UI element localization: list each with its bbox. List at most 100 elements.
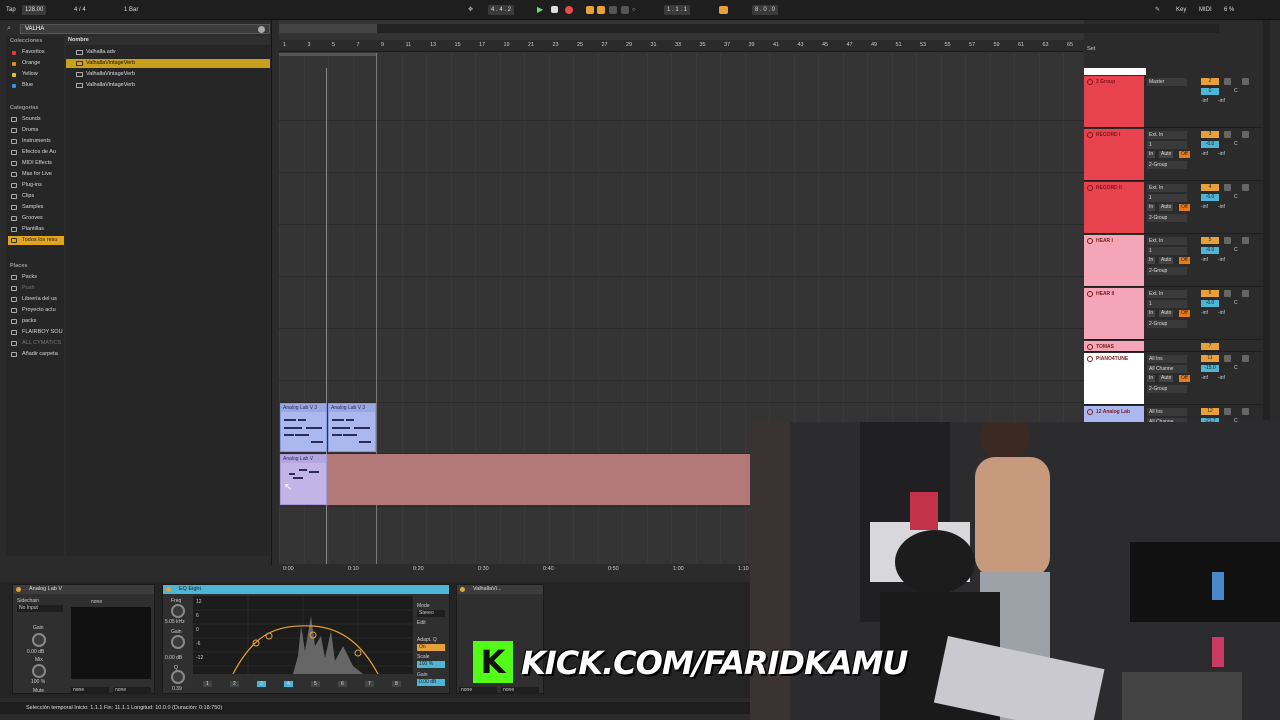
monitor-in-button[interactable]: In: [1147, 204, 1156, 211]
mode-select[interactable]: Stereo: [417, 610, 445, 617]
category-midi-effects[interactable]: MIDI Effects: [8, 159, 64, 168]
device-title[interactable]: Analog Lab V: [13, 585, 154, 594]
track-activator[interactable]: 7: [1201, 343, 1219, 350]
mixer-track[interactable]: RECORD II 4 Ext. In 1 -6.0 C -inf -inf In Auto Off…: [1084, 182, 1270, 234]
fold-track-icon[interactable]: [1087, 344, 1093, 350]
track-name[interactable]: HEAR II: [1084, 288, 1144, 339]
input-channel-select[interactable]: 1: [1147, 300, 1187, 308]
monitor-in-button[interactable]: In: [1147, 310, 1156, 317]
input-channel-select[interactable]: 1: [1147, 247, 1187, 255]
input-channel-select[interactable]: All Channe: [1147, 365, 1187, 373]
eq-curve-display[interactable]: [193, 596, 413, 674]
key-map-button[interactable]: Key: [1176, 5, 1186, 15]
monitor-in-button[interactable]: In: [1147, 375, 1156, 382]
arrangement-overview[interactable]: [279, 24, 1219, 33]
place-all-cymatics[interactable]: ALL CYMATICS: [8, 339, 64, 348]
loop-length-field[interactable]: 8 . 0 . 0: [752, 5, 779, 15]
collection-favoritos[interactable]: Favoritos: [8, 48, 64, 57]
track-name[interactable]: 2 Group: [1084, 76, 1144, 127]
track-pan[interactable]: C: [1234, 247, 1238, 253]
eq-band-button[interactable]: 5: [311, 681, 320, 687]
output-routing-select[interactable]: 2-Group: [1147, 214, 1187, 222]
monitor-off-button[interactable]: Off: [1179, 375, 1190, 382]
midi-from-select[interactable]: none: [71, 687, 109, 694]
track-volume[interactable]: -6.0: [1201, 194, 1219, 201]
play-button[interactable]: ▶: [537, 5, 543, 15]
input-type-select[interactable]: All Ins: [1147, 408, 1187, 416]
clear-search-icon[interactable]: [258, 26, 265, 33]
track-pan[interactable]: C: [1234, 194, 1238, 200]
solo-button[interactable]: [1224, 78, 1231, 85]
fold-track-icon[interactable]: [1087, 291, 1093, 297]
midi-map-button[interactable]: MIDI: [1199, 5, 1212, 15]
solo-button[interactable]: [1224, 408, 1231, 415]
monitor-off-button[interactable]: Off: [1179, 310, 1190, 317]
device-title[interactable]: EQ Eight: [163, 585, 449, 594]
eq-band-button[interactable]: 2: [230, 681, 239, 687]
output-gain-value[interactable]: 0.00 dB: [417, 679, 445, 686]
collection-yellow[interactable]: Yellow: [8, 70, 64, 79]
track-volume[interactable]: -6.0: [1201, 247, 1219, 254]
collection-blue[interactable]: Blue: [8, 81, 64, 90]
monitor-auto-button[interactable]: Auto: [1159, 204, 1174, 211]
place-flairboy[interactable]: FLAIRBOY SOU: [8, 328, 64, 337]
q-knob[interactable]: [171, 670, 185, 684]
track-pan[interactable]: C: [1234, 141, 1238, 147]
track-activator[interactable]: 11: [1201, 355, 1219, 362]
solo-button[interactable]: [1224, 237, 1231, 244]
adapt-q-toggle[interactable]: On: [417, 644, 445, 651]
device-power-icon[interactable]: [166, 587, 171, 592]
file-item[interactable]: ValhallaVintageVerb: [66, 70, 270, 79]
track-name[interactable]: HEAR I: [1084, 235, 1144, 286]
track-pan[interactable]: C: [1234, 300, 1238, 306]
category-clips[interactable]: Clips: [8, 192, 64, 201]
category-plug-ins[interactable]: Plug-ins: [8, 181, 64, 190]
loop-switch[interactable]: [719, 6, 728, 14]
solo-button[interactable]: [1224, 290, 1231, 297]
analog-lab-device[interactable]: Analog Lab V Sidechain No Input none Gai…: [12, 584, 155, 694]
arm-record-button[interactable]: [1242, 237, 1249, 244]
track-volume[interactable]: -6.0: [1201, 300, 1219, 307]
monitor-off-button[interactable]: Off: [1179, 151, 1190, 158]
loop-start-field[interactable]: 1 . 1 . 1: [664, 5, 691, 15]
category-instruments[interactable]: Instruments: [8, 137, 64, 146]
output-routing-select[interactable]: 2-Group: [1147, 385, 1187, 393]
valhalla-to-select[interactable]: none: [501, 687, 539, 694]
tap-button[interactable]: Tap: [6, 5, 16, 15]
category-templates[interactable]: Plantillas: [8, 225, 64, 234]
arm-record-button[interactable]: [1242, 408, 1249, 415]
file-item[interactable]: ValhallaVintageVerb: [66, 59, 270, 68]
track-volume[interactable]: -6.0: [1201, 141, 1219, 148]
category-all-results[interactable]: Todos los resu: [8, 236, 64, 245]
eq-band-button[interactable]: 8: [392, 681, 401, 687]
input-type-select[interactable]: Ext. In: [1147, 290, 1187, 298]
beat-ruler[interactable]: 1 3 5 7 9 11 13 15 17 19 21 23 25 27 29 31 33 35 37 39 41 43 4…: [279, 40, 1084, 52]
place-user-library[interactable]: Librería del us: [8, 295, 64, 304]
midi-to-select[interactable]: none: [113, 687, 151, 694]
overview-visible-range[interactable]: [279, 24, 377, 33]
arm-record-button[interactable]: [1242, 290, 1249, 297]
eq-band-button[interactable]: 6: [338, 681, 347, 687]
arm-record-button[interactable]: [1242, 78, 1249, 85]
track-volume[interactable]: -15.0: [1201, 365, 1219, 372]
valhalla-from-select[interactable]: none: [459, 687, 497, 694]
session-record-button[interactable]: [609, 6, 617, 14]
follow-icon[interactable]: ✥: [468, 5, 473, 15]
category-audio-effects[interactable]: Efectos de Au: [8, 148, 64, 157]
browser-search-input[interactable]: VALHA: [20, 24, 270, 34]
solo-button[interactable]: [1224, 184, 1231, 191]
monitor-auto-button[interactable]: Auto: [1159, 375, 1174, 382]
mixer-track[interactable]: PIANO4TUNE 11 All Ins All Channe -15.0 C -inf -…: [1084, 353, 1270, 405]
track-pan[interactable]: C: [1234, 88, 1238, 94]
track-name[interactable]: RECORD I: [1084, 129, 1144, 180]
track-name[interactable]: PIANO4TUNE: [1084, 353, 1144, 404]
fold-track-icon[interactable]: [1087, 356, 1093, 362]
arm-record-button[interactable]: [1242, 184, 1249, 191]
mix-knob[interactable]: [32, 664, 46, 678]
file-item[interactable]: ValhallaVintageVerb: [66, 81, 270, 90]
clip-region-selection[interactable]: [327, 454, 752, 505]
input-channel-select[interactable]: 1: [1147, 141, 1187, 149]
category-drums[interactable]: Drums: [8, 126, 64, 135]
track-volume[interactable]: 0: [1201, 88, 1219, 95]
collection-orange[interactable]: Orange: [8, 59, 64, 68]
